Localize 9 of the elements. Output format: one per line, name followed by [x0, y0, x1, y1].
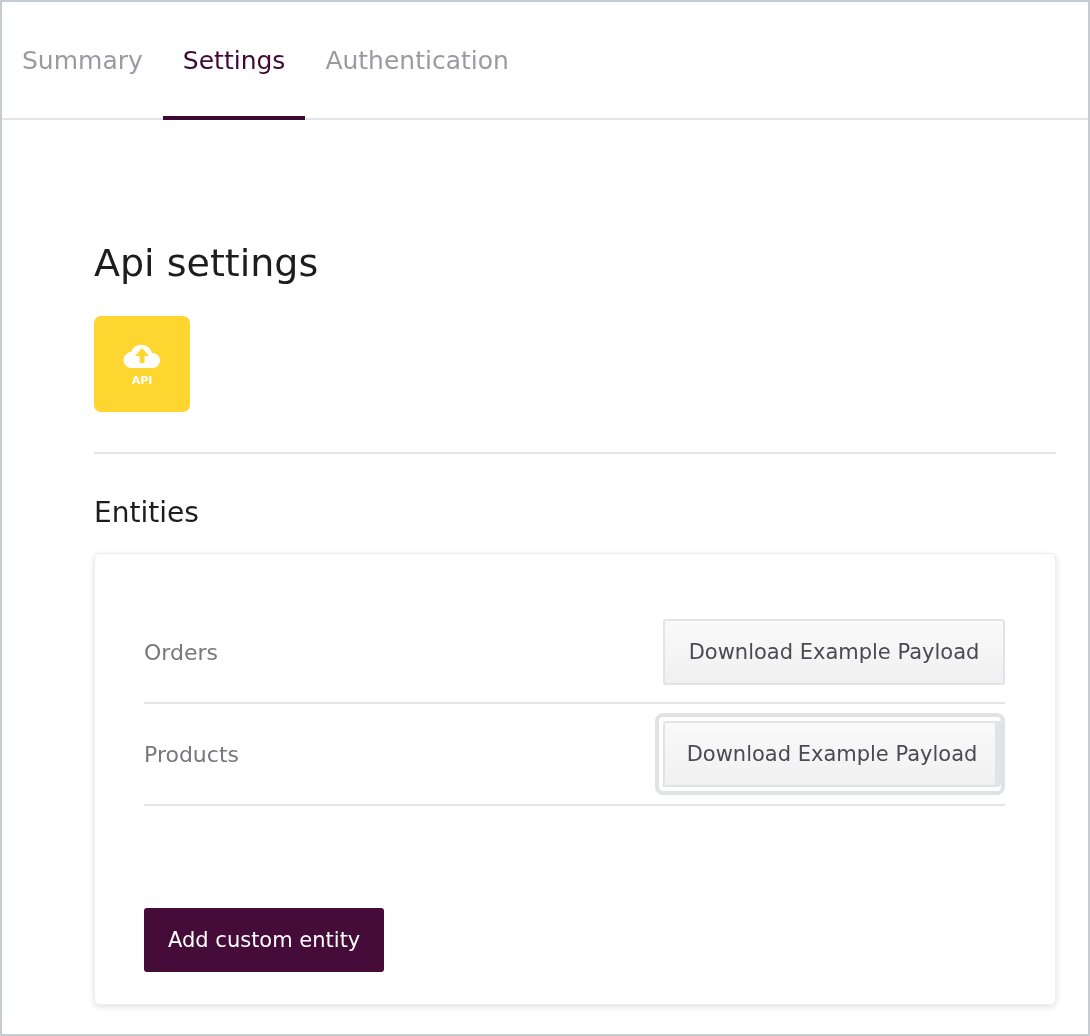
entity-name: Orders: [144, 639, 218, 665]
entity-name: Products: [144, 741, 239, 767]
tab[interactable]: Settings: [162, 2, 306, 120]
download-payload-button[interactable]: Download Example Payload: [663, 619, 1005, 685]
add-entity-button[interactable]: Add custom entity: [144, 908, 385, 972]
page-title: Api settings: [94, 240, 320, 287]
section-heading: Entities: [94, 496, 200, 529]
download-payload-button[interactable]: Download Example Payload: [655, 713, 1005, 795]
tile-label: API: [131, 373, 153, 387]
